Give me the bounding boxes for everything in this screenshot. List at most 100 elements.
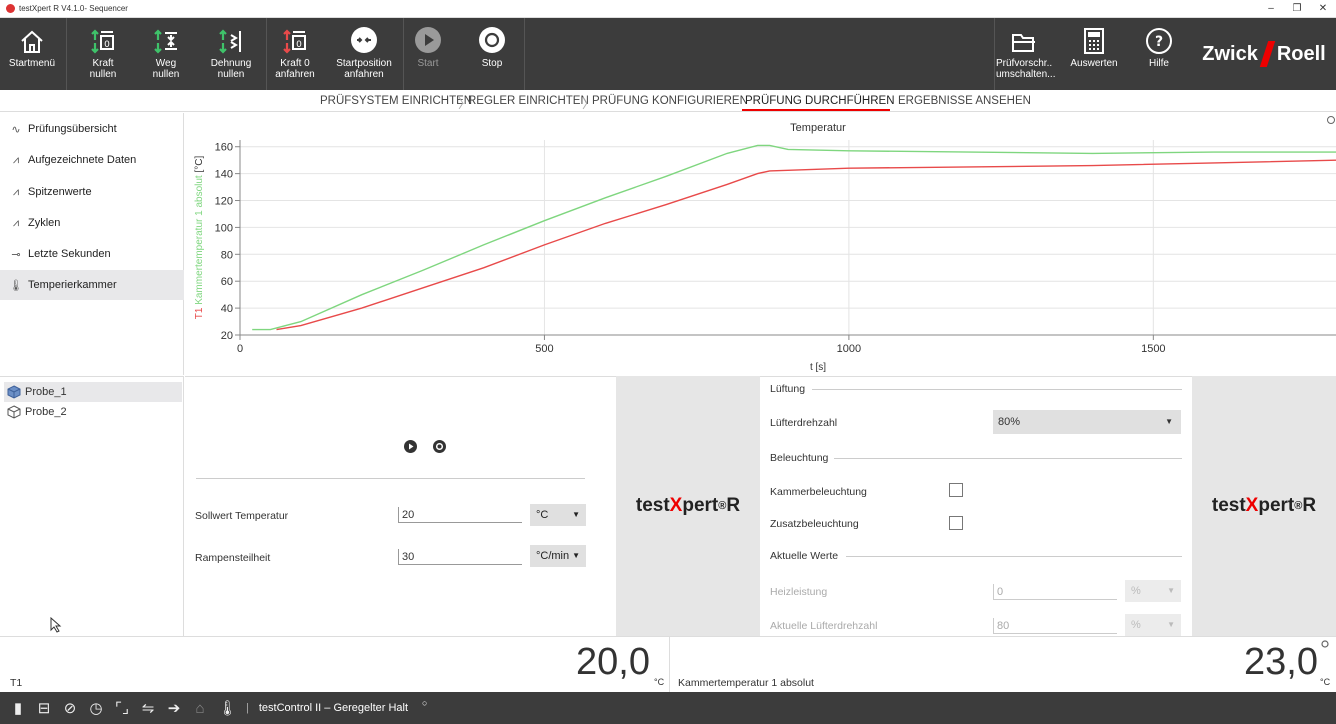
setpoint-temperature-input[interactable]: 20 bbox=[398, 507, 522, 523]
y-tick-label: 140 bbox=[215, 169, 233, 181]
chart-settings-icon bbox=[1327, 116, 1335, 124]
chamber-light-checkbox[interactable] bbox=[949, 483, 963, 497]
current-fan-unit-select: % ▼ bbox=[1125, 614, 1181, 636]
mouse-cursor-icon bbox=[50, 617, 62, 633]
stop-label: Stop bbox=[481, 58, 503, 69]
y-tick-label: 100 bbox=[215, 222, 233, 234]
minimize-button[interactable]: – bbox=[1258, 0, 1284, 18]
ventilation-section-title: Lüftung bbox=[770, 383, 806, 395]
startmenu-button[interactable]: Startmenü bbox=[4, 18, 60, 90]
setpoint-unit-value: °C bbox=[536, 509, 549, 521]
close-button[interactable]: ✕ bbox=[1310, 0, 1336, 18]
fan-speed-value: 80% bbox=[998, 416, 1021, 428]
temperature-chart-svg: Temperatur 20 40 60 80 100 120 140 160 0 500 1000 15… bbox=[194, 116, 1336, 373]
x-tick-label: 1000 bbox=[837, 343, 861, 355]
x-tick-label: 500 bbox=[535, 343, 553, 355]
active-step-underline bbox=[742, 109, 890, 111]
temperature-icon[interactable]: 🌡 bbox=[218, 699, 237, 717]
arrow-right-icon[interactable]: ➔ bbox=[166, 699, 182, 717]
switch-spec-button[interactable]: Prüfvorschr.. umschalten... bbox=[996, 18, 1055, 90]
extra-light-checkbox[interactable] bbox=[949, 516, 963, 530]
evaluate-button[interactable]: Auswerten bbox=[1062, 18, 1126, 90]
y-tick-label: 120 bbox=[215, 196, 233, 208]
door-icon[interactable]: ▮ bbox=[10, 699, 26, 717]
current-fan-speed-value: 80 bbox=[993, 618, 1117, 634]
chamber-stop-button[interactable] bbox=[433, 440, 446, 453]
probe-item-2[interactable]: Probe_2 bbox=[4, 402, 182, 422]
series-line-chamber-temperature bbox=[252, 144, 1336, 331]
sync-icon[interactable]: ⇋ bbox=[140, 699, 156, 717]
fan-speed-select[interactable]: 80% ▼ bbox=[993, 410, 1181, 434]
y-tick-label: 80 bbox=[221, 249, 233, 261]
sidebar-item-test-overview[interactable]: ∿ Prüfungsübersicht bbox=[0, 114, 184, 144]
sidebar-item-cycles[interactable]: ⩘ Zyklen bbox=[0, 208, 184, 238]
sidebar-item-peak-values[interactable]: ⩘ Spitzenwerte bbox=[0, 177, 184, 207]
disabled-icon[interactable]: ⊘ bbox=[62, 699, 78, 717]
probe-label: Probe_1 bbox=[25, 386, 67, 398]
chevron-down-icon: ▼ bbox=[1167, 586, 1175, 595]
strain-zero-label-1: Dehnung bbox=[210, 58, 252, 69]
t1-label: T1 bbox=[10, 677, 23, 689]
t1-value: 20,0 bbox=[576, 641, 650, 683]
sidebar-item-last-seconds[interactable]: ⊸ Letzte Sekunden bbox=[0, 239, 184, 269]
sidebar-item-temperature-chamber[interactable]: 🌡 Temperierkammer bbox=[0, 270, 184, 300]
maximize-button[interactable]: ❐ bbox=[1284, 0, 1310, 18]
force-zero-button[interactable]: 0 Kraft nullen bbox=[72, 18, 134, 90]
zwickroell-logo: Zwick Roell bbox=[1192, 18, 1336, 90]
force0-approach-label-1: Kraft 0 bbox=[280, 58, 310, 69]
strain-zero-label-2: nullen bbox=[217, 69, 245, 80]
weight-icon[interactable]: ⌂ bbox=[192, 700, 208, 717]
chamber-temp-unit: °C bbox=[1320, 677, 1331, 687]
cube-outline-icon bbox=[7, 405, 21, 419]
help-label: Hilfe bbox=[1148, 58, 1169, 69]
chamber-temp-value: 23,0 bbox=[1244, 641, 1318, 683]
testxpert-logo-right: test Xpert ® R bbox=[1192, 376, 1336, 636]
ramp-rate-input[interactable]: 30 bbox=[398, 549, 522, 565]
current-values-section-title: Aktuelle Werte bbox=[770, 550, 839, 562]
fan-speed-label: Lüfterdrehzahl bbox=[770, 417, 838, 429]
breadcrumb-setup-system[interactable]: PRÜFSYSTEM EINRICHTEN bbox=[320, 95, 472, 107]
setpoint-panel: Sollwert Temperatur 20 °C ▼ Rampensteilhe… bbox=[185, 376, 616, 636]
breadcrumb-run-test[interactable]: PRÜFUNG DURCHFÜHREN bbox=[745, 95, 895, 107]
force0-approach-button[interactable]: 0 Kraft 0 anfahren bbox=[268, 18, 322, 90]
chevron-down-icon: ▼ bbox=[1167, 620, 1175, 629]
force0-approach-icon: 0 bbox=[283, 29, 306, 54]
sidebar-item-label: Zyklen bbox=[28, 217, 61, 229]
probe-item-1[interactable]: Probe_1 bbox=[4, 382, 182, 402]
force-zero-icon: 0 bbox=[91, 29, 114, 54]
startmenu-label: Startmenü bbox=[8, 58, 56, 69]
clock-icon[interactable]: ◷ bbox=[88, 699, 104, 717]
setpoint-temperature-label: Sollwert Temperatur bbox=[195, 510, 289, 522]
temperature-chart: Temperatur 20 40 60 80 100 120 140 160 0 500 1000 15… bbox=[185, 113, 1336, 375]
help-button[interactable]: ? Hilfe bbox=[1134, 18, 1184, 90]
breadcrumb-configure-test[interactable]: PRÜFUNG KONFIGURIEREN bbox=[592, 95, 748, 107]
sidebar-item-label: Prüfungsübersicht bbox=[28, 123, 117, 135]
brand-slash bbox=[1259, 41, 1276, 67]
probe-list: Probe_1 Probe_2 bbox=[0, 376, 184, 636]
sidebar-item-label: Spitzenwerte bbox=[28, 186, 92, 198]
chamber-start-button[interactable] bbox=[404, 440, 417, 453]
ramp-unit-value: °C/min bbox=[536, 550, 570, 562]
sidebar-item-recorded-data[interactable]: ⩘ Aufgezeichnete Daten bbox=[0, 145, 184, 175]
chevron-down-icon: ▼ bbox=[572, 551, 580, 560]
sidebar-item-label: Letzte Sekunden bbox=[28, 248, 111, 260]
sidebar-item-label: Temperierkammer bbox=[28, 279, 117, 291]
calculator-icon bbox=[1084, 28, 1104, 54]
play-small-icon bbox=[409, 443, 414, 450]
list-icon[interactable]: ⊟ bbox=[36, 699, 52, 717]
stop-button[interactable]: Stop bbox=[468, 18, 516, 90]
strain-zero-button[interactable]: Dehnung nullen bbox=[200, 18, 262, 90]
startposition-approach-button[interactable]: Startposition anfahren bbox=[326, 18, 402, 90]
stop-icon bbox=[479, 27, 505, 53]
start-button[interactable]: Start bbox=[406, 18, 450, 90]
ramp-unit-select[interactable]: °C/min ▼ bbox=[530, 545, 586, 567]
frame-icon[interactable]: ⌜⌟ bbox=[114, 699, 130, 717]
breadcrumb-setup-controller[interactable]: REGLER EINRICHTEN bbox=[468, 95, 589, 107]
travel-zero-button[interactable]: Weg nullen bbox=[136, 18, 196, 90]
setpoint-unit-select[interactable]: °C ▼ bbox=[530, 504, 586, 526]
settings-small-icon[interactable] bbox=[1320, 639, 1330, 649]
startposition-icon bbox=[351, 27, 377, 53]
strain-zero-icon bbox=[219, 29, 241, 54]
chart-title: Temperatur bbox=[790, 122, 846, 134]
breadcrumb-view-results[interactable]: ERGEBNISSE ANSEHEN bbox=[898, 95, 1031, 107]
